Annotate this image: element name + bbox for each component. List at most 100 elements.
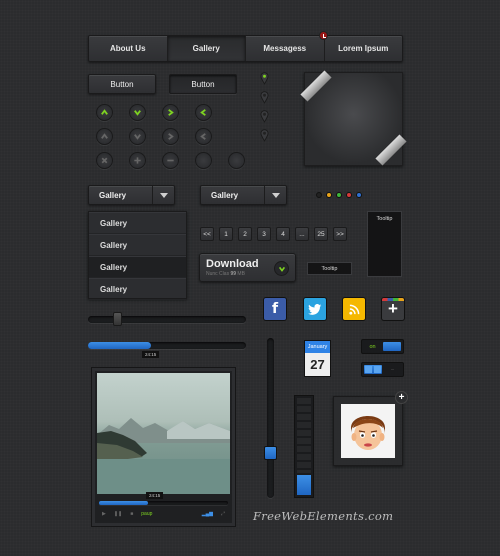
video-player: 24:15 ▶ ❚❚ ■ paup ▂▄▆ ⤢	[91, 367, 236, 527]
plus-icon[interactable]	[129, 152, 146, 169]
color-stripe	[382, 298, 404, 301]
page-link[interactable]: 25	[314, 227, 328, 241]
page-link[interactable]: 4	[276, 227, 290, 241]
progress-slider[interactable]	[88, 342, 246, 349]
nav-item-gallery[interactable]: Gallery	[167, 36, 246, 61]
download-button[interactable]: Download Nunc Clas 99 MB	[199, 253, 296, 282]
nav-label: Messagess	[263, 44, 307, 53]
level-meter-fill	[297, 475, 311, 495]
map-pin-icon[interactable]	[260, 91, 269, 104]
level-meter	[294, 395, 314, 498]
pagination: << 1 2 3 4 ... 25 >>	[200, 227, 347, 241]
photo-corner-tape	[375, 134, 407, 166]
toggle-label: on	[369, 343, 376, 350]
photo-frame	[300, 70, 407, 166]
calendar-month: January	[305, 341, 330, 353]
stop-icon[interactable]: ■	[130, 511, 133, 517]
map-pin-icon[interactable]	[260, 129, 269, 142]
page-link[interactable]: 2	[238, 227, 252, 241]
download-size: 99	[230, 271, 237, 277]
avatar[interactable]	[341, 404, 395, 458]
button-label: Button	[110, 79, 134, 89]
pin-column	[260, 72, 269, 142]
nav-item-messages[interactable]: Messagess	[246, 31, 328, 61]
progress-fill	[88, 342, 152, 349]
dropdown-list: Gallery Gallery Gallery Gallery	[88, 211, 187, 300]
fullscreen-icon[interactable]: ⤢	[221, 511, 225, 517]
toggle-on[interactable]: on	[361, 339, 404, 354]
player-time: 24:15	[146, 492, 164, 499]
page-link[interactable]: 1	[219, 227, 233, 241]
avatar-card: +	[333, 391, 408, 466]
color-swatch-dark[interactable]	[316, 192, 322, 198]
pause-icon[interactable]: ❚❚	[114, 511, 122, 517]
photo-corner-tape	[300, 70, 332, 102]
add-photo-icon[interactable]: +	[395, 391, 408, 404]
vertical-slider-knob[interactable]	[264, 446, 277, 460]
vertical-slider[interactable]	[267, 338, 274, 498]
color-swatch-orange[interactable]	[326, 192, 332, 198]
volume-slider[interactable]	[88, 316, 246, 323]
download-sub-prefix: Nunc Clas	[206, 271, 230, 277]
close-icon[interactable]	[96, 152, 113, 169]
player-progress[interactable]	[99, 501, 228, 505]
color-swatch-blue[interactable]	[356, 192, 362, 198]
pressed-button[interactable]: Button	[169, 74, 237, 94]
color-swatch-green[interactable]	[336, 192, 342, 198]
chevron-down-icon[interactable]	[129, 128, 146, 145]
nav-label: About Us	[109, 44, 146, 53]
chevron-up-icon[interactable]	[96, 128, 113, 145]
color-swatch-red[interactable]	[346, 192, 352, 198]
toggle-dash: –	[390, 366, 395, 373]
chevron-down-icon[interactable]	[129, 104, 146, 121]
twitter-icon[interactable]	[304, 298, 326, 320]
download-unit: MB	[237, 271, 245, 277]
calendar-widget[interactable]: January 27	[304, 340, 331, 377]
download-subtitle: Nunc Clas 99 MB	[206, 271, 245, 277]
nav-item-about-us[interactable]: About Us	[89, 36, 168, 61]
rss-icon[interactable]	[343, 298, 365, 320]
dropdown-value: Gallery	[99, 190, 127, 200]
avatar-face-icon	[351, 416, 385, 450]
gallery-dropdown[interactable]: Gallery	[88, 185, 175, 205]
volume-bars-icon[interactable]: ▂▄▆	[202, 511, 213, 517]
tooltip-text: Tooltip	[376, 216, 393, 222]
button-label: Button	[191, 79, 215, 89]
gallery-dropdown-secondary[interactable]: Gallery	[200, 185, 287, 205]
list-item[interactable]: Gallery	[89, 212, 186, 234]
chevron-left-icon[interactable]	[195, 104, 212, 121]
chevron-up-icon[interactable]	[96, 104, 113, 121]
play-icon[interactable]: ▶	[102, 511, 106, 517]
tooltip-text: Tooltip	[321, 265, 338, 272]
landscape-image	[97, 418, 230, 494]
toggle-segment	[374, 366, 381, 373]
blank-circle-icon[interactable]	[195, 152, 212, 169]
chevron-right-icon[interactable]	[162, 104, 179, 121]
list-item[interactable]: Gallery	[89, 278, 186, 300]
player-progress-fill	[99, 501, 149, 505]
slider-knob[interactable]	[113, 312, 122, 326]
chevron-left-icon[interactable]	[195, 128, 212, 145]
download-title: Download	[206, 258, 259, 270]
toggle-segmented[interactable]: –	[361, 362, 404, 377]
player-controls: ▶ ❚❚ ■ paup ▂▄▆ ⤢	[97, 506, 230, 522]
list-item[interactable]: Gallery	[89, 234, 186, 256]
tooltip-tall: Tooltip	[367, 211, 402, 277]
map-pin-icon[interactable]	[260, 72, 269, 85]
chevron-right-icon[interactable]	[162, 128, 179, 145]
tooltip-small: Tooltip	[307, 262, 352, 275]
list-item-selected[interactable]: Gallery	[89, 256, 186, 278]
video-screen[interactable]	[97, 373, 230, 494]
plus-icon[interactable]: +	[382, 298, 404, 320]
blank-circle-icon[interactable]	[228, 152, 245, 169]
page-link[interactable]: 3	[257, 227, 271, 241]
toggle-thumb	[364, 365, 382, 374]
minus-icon[interactable]	[162, 152, 179, 169]
map-pin-icon[interactable]	[260, 110, 269, 123]
nav-item-lorem-ipsum[interactable]: Lorem Ipsum	[325, 36, 403, 61]
page-first[interactable]: <<	[200, 227, 214, 241]
facebook-icon[interactable]: f	[264, 298, 286, 320]
page-last[interactable]: >>	[333, 227, 347, 241]
top-navigation: About Us Gallery Messagess Lorem Ipsum	[88, 31, 403, 62]
primary-button[interactable]: Button	[88, 74, 156, 94]
